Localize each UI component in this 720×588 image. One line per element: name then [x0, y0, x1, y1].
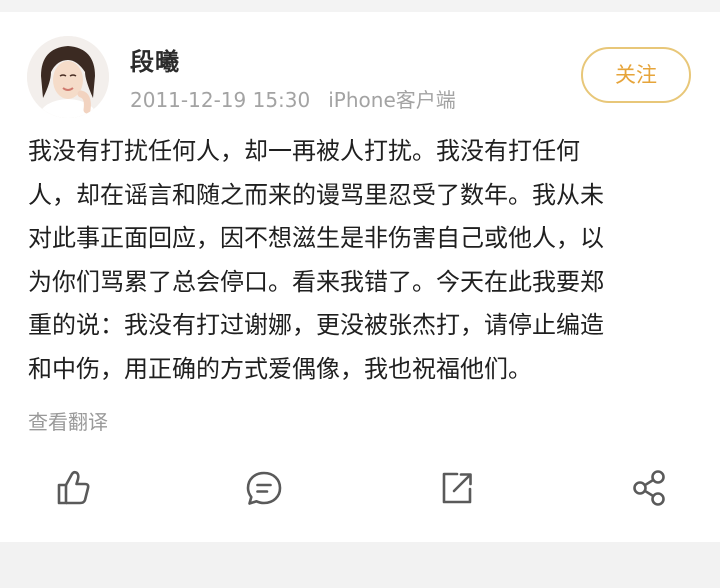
avatar[interactable] — [27, 36, 109, 118]
like-button[interactable] — [51, 466, 95, 510]
post-text-line: 和中伤，用正确的方式爱偶像，我也祝福他们。 — [28, 354, 532, 383]
post-text-line: 为你们骂累了总会停口。看来我错了。今天在此我要郑 — [28, 267, 604, 296]
post-text-line: 我没有打扰任何人，却一再被人打扰。我没有打任何 — [28, 137, 580, 165]
post-meta: 2011-12-19 15:30 iPhone客户端 — [130, 84, 456, 113]
follow-button[interactable]: 关注 — [581, 47, 691, 103]
repost-icon — [442, 472, 472, 504]
repost-button[interactable] — [435, 466, 479, 510]
post-text-line: 人，却在谣言和随之而来的谩骂里忍受了数年。我从未 — [28, 180, 604, 209]
share-button[interactable] — [627, 466, 671, 510]
post-text: 我没有打扰任何人，却一再被人打扰。我没有打任何 人，却在谣言和随之而来的谩骂里忍… — [28, 130, 696, 391]
bottom-separator — [0, 542, 720, 588]
post-source: iPhone客户端 — [328, 88, 456, 112]
share-icon — [633, 470, 665, 506]
comment-icon — [246, 471, 282, 505]
username[interactable]: 段曦 — [130, 42, 180, 77]
comment-button[interactable] — [242, 466, 286, 510]
post-time: 2011-12-19 15:30 — [130, 88, 311, 112]
post-text-line: 对此事正面回应，因不想滋生是非伤害自己或他人，以 — [28, 224, 604, 252]
post-text-line: 重的说：我没有打过谢娜，更没被张杰打，请停止编造 — [28, 311, 604, 339]
view-translation-link[interactable]: 查看翻译 — [28, 406, 108, 435]
avatar-image — [27, 36, 109, 118]
like-icon — [57, 470, 90, 505]
top-separator — [0, 0, 720, 12]
